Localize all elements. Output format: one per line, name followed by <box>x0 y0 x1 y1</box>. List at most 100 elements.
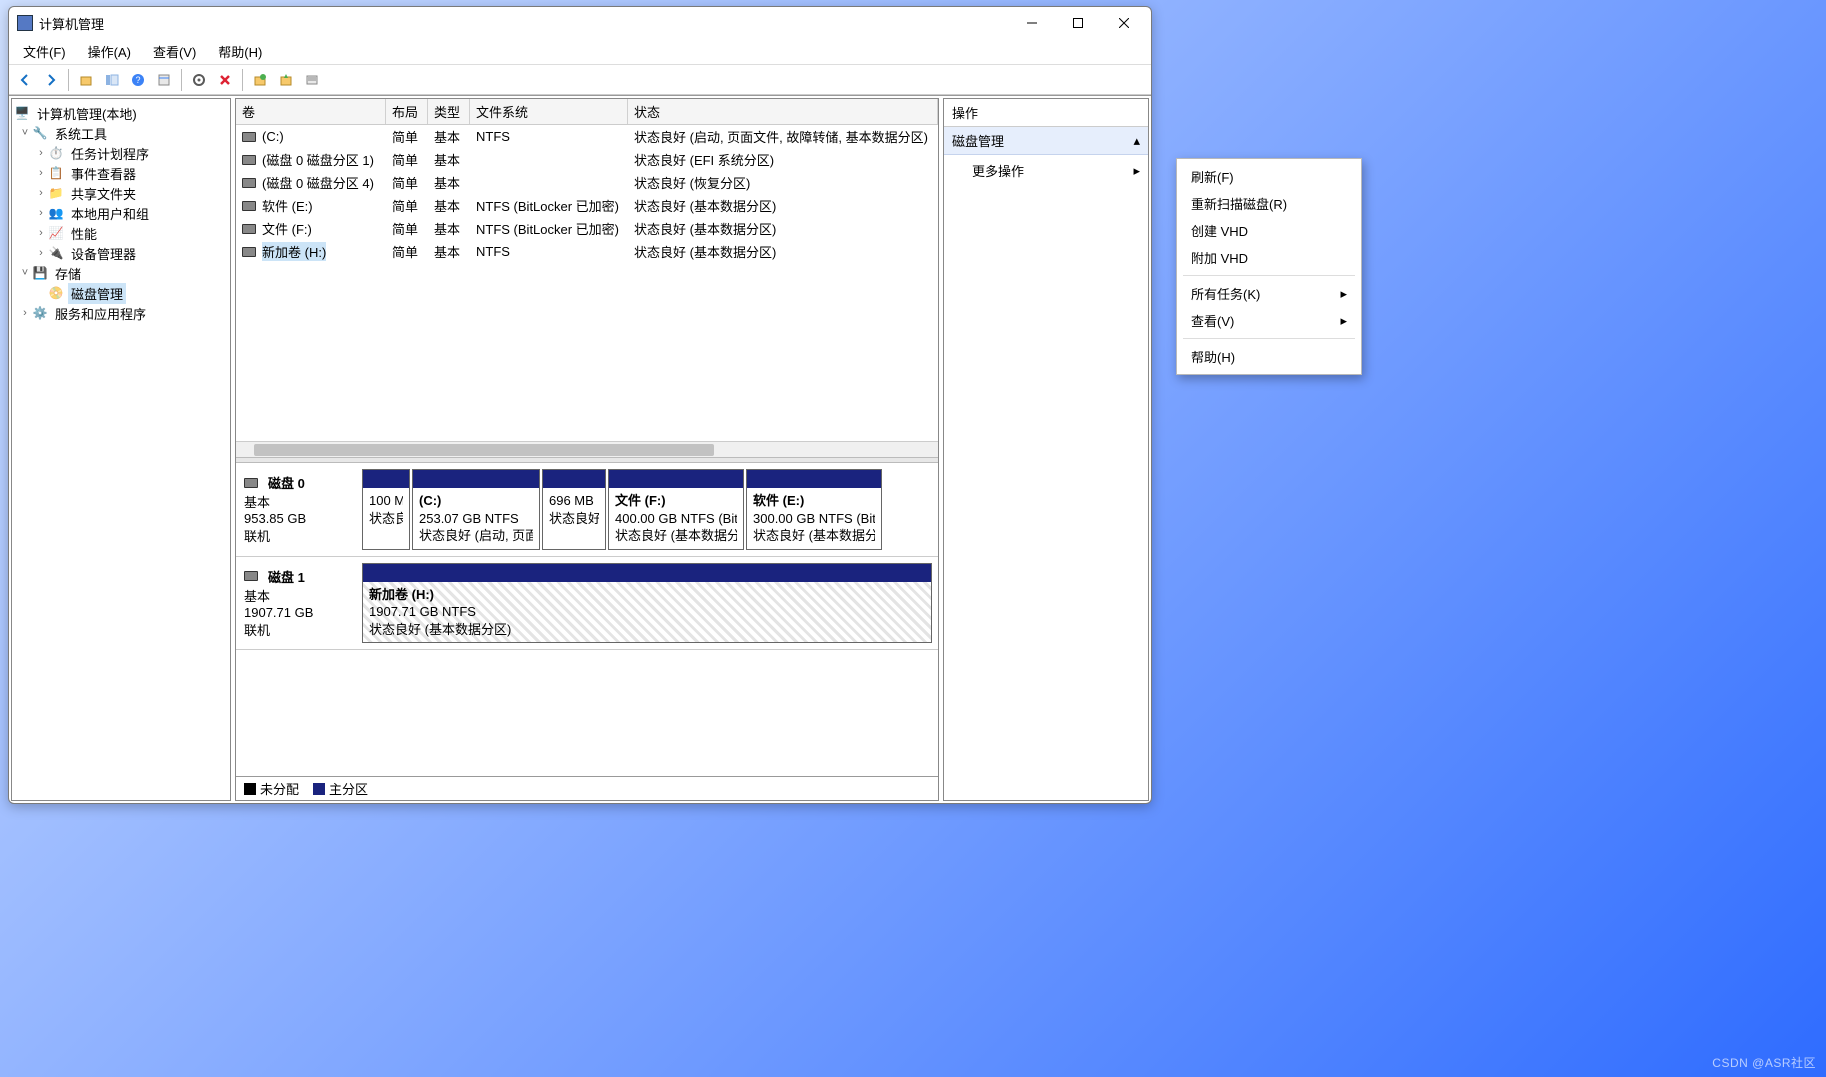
tree-item[interactable]: ›👥本地用户和组 <box>14 203 228 223</box>
volume-row[interactable]: (磁盘 0 磁盘分区 4)简单基本状态良好 (恢复分区) <box>236 171 938 194</box>
context-menu-item[interactable]: 帮助(H) <box>1177 343 1361 370</box>
partition[interactable]: (C:)253.07 GB NTFS状态良好 (启动, 页面文件) <box>412 469 540 550</box>
expand-icon[interactable]: › <box>34 147 48 159</box>
disk-mgmt-icon: 📀 <box>48 285 64 301</box>
context-menu-item[interactable]: 所有任务(K)▸ <box>1177 280 1361 307</box>
actions-more[interactable]: 更多操作 ▸ <box>944 155 1148 186</box>
partition[interactable]: 软件 (E:)300.00 GB NTFS (BitLocker 已加密)状态良… <box>746 469 882 550</box>
partitions-container: 新加卷 (H:)1907.71 GB NTFS状态良好 (基本数据分区) <box>362 563 932 644</box>
menu-action[interactable]: 操作(A) <box>80 39 139 64</box>
disk-graphical-view[interactable]: 磁盘 0基本953.85 GB联机100 M状态良好(C:)253.07 GB … <box>236 463 938 776</box>
expand-icon[interactable]: › <box>34 227 48 239</box>
properties-icon[interactable] <box>152 68 176 92</box>
tree-item[interactable]: ›📈性能 <box>14 223 228 243</box>
navigation-tree[interactable]: 🖥️ 计算机管理(本地) ˅ 🔧 系统工具 ›⏱️任务计划程序›📋事件查看器›📁… <box>11 98 231 801</box>
volume-row[interactable]: 新加卷 (H:)简单基本NTFS状态良好 (基本数据分区) <box>236 240 938 263</box>
scrollbar-thumb[interactable] <box>254 444 714 456</box>
delete-icon[interactable] <box>213 68 237 92</box>
back-icon[interactable] <box>13 68 37 92</box>
tree-root[interactable]: 🖥️ 计算机管理(本地) <box>14 103 228 123</box>
titlebar: 计算机管理 <box>9 7 1151 39</box>
tree-services[interactable]: › ⚙️ 服务和应用程序 <box>14 303 228 323</box>
context-menu: 刷新(F)重新扫描磁盘(R)创建 VHD附加 VHD 所有任务(K)▸查看(V)▸… <box>1176 158 1362 375</box>
menu-view[interactable]: 查看(V) <box>145 39 204 64</box>
expand-icon[interactable]: › <box>34 247 48 259</box>
tree-item[interactable]: ›📁共享文件夹 <box>14 183 228 203</box>
volume-row[interactable]: 软件 (E:)简单基本NTFS (BitLocker 已加密)状态良好 (基本数… <box>236 194 938 217</box>
actions-section-disk-management[interactable]: 磁盘管理 ▴ <box>944 127 1148 155</box>
col-volume[interactable]: 卷 <box>236 99 386 124</box>
expand-icon[interactable]: › <box>34 187 48 199</box>
horizontal-scrollbar[interactable] <box>236 441 938 457</box>
toolbar: ? <box>9 65 1151 95</box>
col-layout[interactable]: 布局 <box>386 99 428 124</box>
maximize-button[interactable] <box>1055 7 1101 39</box>
tree-node-icon: 📁 <box>48 185 64 201</box>
submenu-arrow-icon: ▸ <box>1340 313 1347 329</box>
partition-bar <box>363 564 931 582</box>
volume-list: 卷 布局 类型 文件系统 状态 (C:)简单基本NTFS状态良好 (启动, 页面… <box>236 99 938 457</box>
partitions-container: 100 M状态良好(C:)253.07 GB NTFS状态良好 (启动, 页面文… <box>362 469 932 550</box>
tree-item[interactable]: ›⏱️任务计划程序 <box>14 143 228 163</box>
context-menu-item[interactable]: 刷新(F) <box>1177 163 1361 190</box>
context-menu-item[interactable]: 创建 VHD <box>1177 217 1361 244</box>
window-buttons <box>1009 7 1147 39</box>
col-fs[interactable]: 文件系统 <box>470 99 628 124</box>
up-icon[interactable] <box>74 68 98 92</box>
partition[interactable]: 100 M状态良好 <box>362 469 410 550</box>
tree-item[interactable]: ›📋事件查看器 <box>14 163 228 183</box>
computer-icon: 🖥️ <box>14 105 30 121</box>
partition[interactable]: 文件 (F:)400.00 GB NTFS (BitLocker 已加密)状态良… <box>608 469 744 550</box>
context-menu-item[interactable]: 重新扫描磁盘(R) <box>1177 190 1361 217</box>
settings-icon[interactable] <box>187 68 211 92</box>
partition[interactable]: 696 MB状态良好 <box>542 469 606 550</box>
new-partition-icon[interactable] <box>248 68 272 92</box>
disk-icon <box>244 571 258 581</box>
minimize-button[interactable] <box>1009 7 1055 39</box>
tree-node-icon: 📈 <box>48 225 64 241</box>
help-icon[interactable]: ? <box>126 68 150 92</box>
expand-icon[interactable]: › <box>18 307 32 319</box>
context-menu-item[interactable]: 查看(V)▸ <box>1177 307 1361 334</box>
volume-row[interactable]: (C:)简单基本NTFS状态良好 (启动, 页面文件, 故障转储, 基本数据分区… <box>236 125 938 148</box>
show-hide-tree-icon[interactable] <box>100 68 124 92</box>
volume-icon <box>242 247 256 257</box>
tools-icon: 🔧 <box>32 125 48 141</box>
menu-help[interactable]: 帮助(H) <box>210 39 270 64</box>
list-icon[interactable] <box>300 68 324 92</box>
services-icon: ⚙️ <box>32 305 48 321</box>
disk-info[interactable]: 磁盘 0基本953.85 GB联机 <box>242 469 362 550</box>
volume-list-rows[interactable]: (C:)简单基本NTFS状态良好 (启动, 页面文件, 故障转储, 基本数据分区… <box>236 125 938 441</box>
volume-icon <box>242 132 256 142</box>
forward-icon[interactable] <box>39 68 63 92</box>
action1-icon[interactable] <box>274 68 298 92</box>
expand-icon[interactable]: › <box>34 207 48 219</box>
volume-icon <box>242 224 256 234</box>
col-type[interactable]: 类型 <box>428 99 470 124</box>
tree-node-icon: 📋 <box>48 165 64 181</box>
tree-item[interactable]: ›🔌设备管理器 <box>14 243 228 263</box>
menubar: 文件(F) 操作(A) 查看(V) 帮助(H) <box>9 39 1151 65</box>
tree-system-tools[interactable]: ˅ 🔧 系统工具 <box>14 123 228 143</box>
app-icon <box>17 15 33 31</box>
context-menu-item[interactable]: 附加 VHD <box>1177 244 1361 271</box>
collapse-icon[interactable]: ˅ <box>18 267 32 279</box>
disk-info[interactable]: 磁盘 1基本1907.71 GB联机 <box>242 563 362 644</box>
svg-text:?: ? <box>135 75 140 85</box>
volume-row[interactable]: (磁盘 0 磁盘分区 1)简单基本状态良好 (EFI 系统分区) <box>236 148 938 171</box>
close-button[interactable] <box>1101 7 1147 39</box>
tree-disk-management[interactable]: 📀 磁盘管理 <box>14 283 228 303</box>
expand-icon[interactable]: › <box>34 167 48 179</box>
col-status[interactable]: 状态 <box>628 99 938 124</box>
partition-bar <box>413 470 539 488</box>
tree-storage[interactable]: ˅ 💾 存储 <box>14 263 228 283</box>
tree-node-icon: 🔌 <box>48 245 64 261</box>
collapse-icon[interactable]: ˅ <box>18 127 32 139</box>
disk-icon <box>244 478 258 488</box>
actions-header: 操作 <box>944 99 1148 127</box>
menu-file[interactable]: 文件(F) <box>15 39 74 64</box>
submenu-arrow-icon: ▸ <box>1340 286 1347 302</box>
partition[interactable]: 新加卷 (H:)1907.71 GB NTFS状态良好 (基本数据分区) <box>362 563 932 644</box>
legend: 未分配 主分区 <box>236 776 938 800</box>
volume-row[interactable]: 文件 (F:)简单基本NTFS (BitLocker 已加密)状态良好 (基本数… <box>236 217 938 240</box>
